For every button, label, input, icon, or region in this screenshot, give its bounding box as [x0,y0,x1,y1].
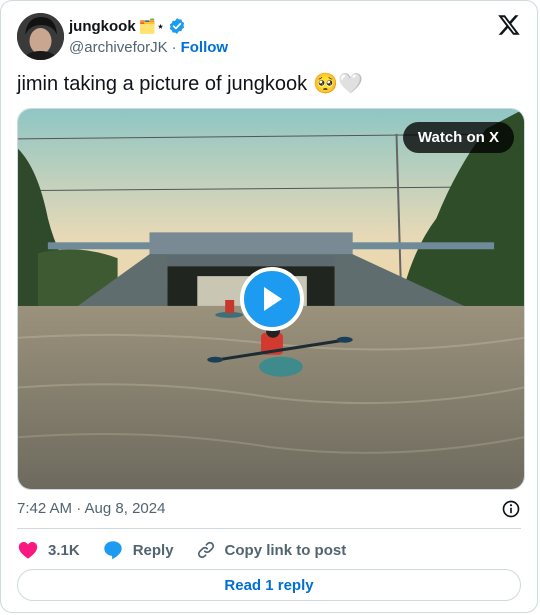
avatar[interactable] [17,13,64,60]
tweet-emojis: 🥺🤍 [313,73,363,95]
like-action[interactable]: 3.1K [17,539,80,561]
play-icon [264,287,282,311]
handle-separator: · [171,38,177,56]
handle[interactable]: @archiveforJK [69,39,168,56]
handle-row: @archiveforJK · Follow [69,37,228,57]
reply-bubble-icon [103,541,122,560]
x-logo-icon[interactable] [497,13,521,37]
copy-link-label: Copy link to post [224,541,347,559]
follow-button[interactable]: Follow [181,39,229,56]
reply-label: Reply [132,541,174,559]
avatar-image [17,13,64,60]
author-info: jungkook 🗂️⋆ @archiveforJK · Follow [69,16,228,57]
verified-badge-icon [169,18,184,34]
divider [17,528,521,529]
read-reply-button[interactable]: Read 1 reply [17,569,521,601]
action-bar: 3.1K Reply Copy link to post [17,539,368,561]
tweet-body: jimin taking a picture of jungkook [17,73,308,95]
name-emojis: 🗂️⋆ [138,17,165,34]
display-name[interactable]: jungkook [69,18,136,35]
heart-icon [18,542,38,559]
reply-action[interactable]: Reply [102,539,174,561]
info-icon[interactable] [501,499,521,519]
link-icon [197,541,214,559]
watch-on-x-button[interactable]: Watch on X [402,122,514,153]
timestamp[interactable]: 7:42 AM · Aug 8, 2024 [17,500,165,517]
tweet-card: jungkook 🗂️⋆ @archiveforJK · Follow jimi… [0,0,538,613]
video-media[interactable]: Watch on X [17,108,525,490]
tweet-text: jimin taking a picture of jungkook 🥺🤍 [17,71,363,97]
like-count: 3.1K [48,541,80,559]
play-button[interactable] [240,267,304,331]
display-name-row: jungkook 🗂️⋆ [69,16,228,36]
copy-link-action[interactable]: Copy link to post [196,540,347,560]
tweet-header: jungkook 🗂️⋆ @archiveforJK · Follow [17,13,521,61]
